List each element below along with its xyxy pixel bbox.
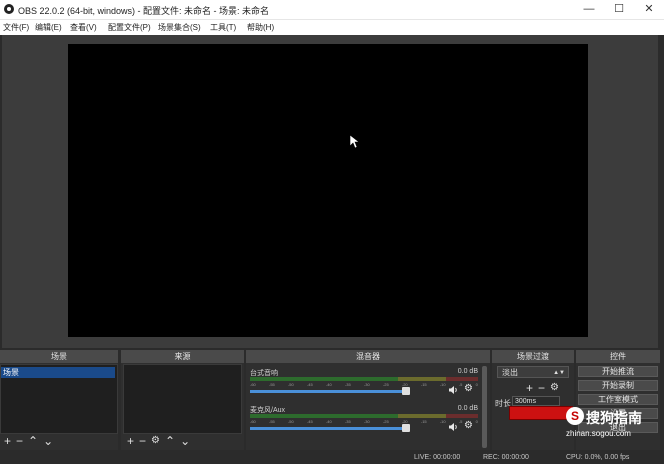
live-status: LIVE: 00:00:00 bbox=[414, 454, 461, 461]
mixer-dock-title: 混音器 bbox=[246, 350, 490, 363]
spin-arrows-icon: ▲▼ bbox=[553, 370, 565, 376]
speaker-icon[interactable] bbox=[448, 422, 458, 435]
menu-scene-collection[interactable]: 场景集合(S) bbox=[158, 22, 201, 33]
scenes-dock-title: 场景 bbox=[0, 350, 118, 363]
cpu-status: CPU: 0.0%, 0.00 fps bbox=[566, 454, 630, 461]
sogou-logo-icon: S bbox=[566, 407, 584, 425]
move-scene-down-button[interactable]: ⌄ bbox=[43, 435, 53, 447]
move-source-down-button[interactable]: ⌄ bbox=[180, 435, 190, 447]
controls-dock-title: 控件 bbox=[576, 350, 660, 363]
remove-transition-button[interactable]: − bbox=[538, 382, 545, 394]
sources-dock-title: 来源 bbox=[121, 350, 244, 363]
add-source-button[interactable]: + bbox=[127, 435, 134, 447]
mixer-track-desktop-audio: 台式音响 0.0 dB -60 -55 -50 -45 -40 -35 -30 -25 -20-… bbox=[250, 368, 478, 402]
sources-dock: 来源 + − ⚙ ⌃ ⌄ bbox=[121, 350, 244, 450]
duration-input[interactable]: 300ms bbox=[512, 396, 560, 406]
maximize-button[interactable]: ☐ bbox=[604, 0, 634, 19]
volume-meter bbox=[250, 414, 478, 418]
menu-profile[interactable]: 配置文件(P) bbox=[108, 22, 151, 33]
move-scene-up-button[interactable]: ⌃ bbox=[28, 435, 38, 447]
meter-ticks: -60 -55 -50 -45 -40 -35 -30 -25 -20 -15 -10 -5 0 bbox=[250, 382, 478, 387]
preview-canvas[interactable] bbox=[68, 44, 588, 337]
title-bar: OBS 22.0.2 (64-bit, windows) - 配置文件: 未命名… bbox=[0, 0, 664, 19]
scenes-toolbar: + − ⌃ ⌄ bbox=[4, 434, 53, 448]
sources-toolbar: + − ⚙ ⌃ ⌄ bbox=[127, 434, 190, 448]
menu-help[interactable]: 帮助(H) bbox=[247, 22, 274, 33]
move-source-up-button[interactable]: ⌃ bbox=[165, 435, 175, 447]
remove-scene-button[interactable]: − bbox=[16, 435, 23, 447]
watermark-text: 搜狗指南 bbox=[586, 410, 642, 426]
rec-status: REC: 00:00:00 bbox=[483, 454, 529, 461]
add-scene-button[interactable]: + bbox=[4, 435, 11, 447]
close-button[interactable]: ✕ bbox=[634, 0, 664, 19]
scene-list-item[interactable]: 场景 bbox=[1, 367, 115, 378]
start-recording-button[interactable]: 开始录制 bbox=[578, 380, 658, 391]
transitions-dock-title: 场景过渡 bbox=[492, 350, 574, 363]
menu-tools[interactable]: 工具(T) bbox=[210, 22, 236, 33]
transition-select[interactable]: 淡出 ▲▼ bbox=[497, 366, 569, 378]
volume-slider[interactable] bbox=[250, 427, 406, 430]
menu-file[interactable]: 文件(F) bbox=[3, 22, 29, 33]
studio-mode-button[interactable]: 工作室模式 bbox=[578, 394, 658, 405]
menu-bar: 文件(F) 编辑(E) 查看(V) 配置文件(P) 场景集合(S) 工具(T) … bbox=[0, 19, 664, 35]
mouse-cursor-icon bbox=[350, 135, 360, 149]
mixer-track-mic-aux: 麦克风/Aux 0.0 dB -60 -55 -50 -45 -40 -35 -30 -25-… bbox=[250, 405, 478, 439]
menu-view[interactable]: 查看(V) bbox=[70, 22, 97, 33]
obs-logo-icon bbox=[4, 4, 14, 14]
speaker-icon[interactable] bbox=[448, 385, 458, 398]
track-db-readout: 0.0 dB bbox=[457, 368, 478, 375]
transition-settings-gear-icon[interactable]: ⚙ bbox=[550, 382, 559, 394]
remove-source-button[interactable]: − bbox=[139, 435, 146, 447]
transition-select-value: 淡出 bbox=[502, 368, 518, 377]
watermark-url: zhinan.sogou.com bbox=[566, 429, 631, 438]
source-settings-gear-icon[interactable]: ⚙ bbox=[151, 435, 160, 447]
status-bar: LIVE: 00:00:00 REC: 00:00:00 CPU: 0.0%, … bbox=[0, 452, 664, 464]
scenes-dock: 场景 场景 + − ⌃ ⌄ bbox=[0, 350, 118, 450]
start-streaming-button[interactable]: 开始推流 bbox=[578, 366, 658, 377]
volume-slider-handle[interactable] bbox=[402, 424, 410, 432]
source-list[interactable] bbox=[123, 364, 242, 434]
meter-ticks: -60 -55 -50 -45 -40 -35 -30 -25 -20 -15 -10 -5 0 bbox=[250, 419, 478, 424]
minimize-button[interactable]: — bbox=[574, 0, 604, 19]
window-title: OBS 22.0.2 (64-bit, windows) - 配置文件: 未命名… bbox=[18, 6, 270, 16]
highlight-box bbox=[509, 406, 573, 420]
add-transition-button[interactable]: + bbox=[526, 382, 533, 394]
gear-icon[interactable]: ⚙ bbox=[464, 420, 473, 431]
volume-slider-handle[interactable] bbox=[402, 387, 410, 395]
volume-slider[interactable] bbox=[250, 390, 406, 393]
gear-icon[interactable]: ⚙ bbox=[464, 383, 473, 394]
sogou-watermark: S 搜狗指南 zhinan.sogou.com bbox=[566, 407, 662, 441]
menu-edit[interactable]: 编辑(E) bbox=[35, 22, 62, 33]
transitions-toolbar: + − ⚙ bbox=[526, 381, 559, 395]
track-db-readout: 0.0 dB bbox=[457, 405, 478, 412]
mixer-scrollbar[interactable] bbox=[482, 366, 487, 448]
volume-meter bbox=[250, 377, 478, 381]
